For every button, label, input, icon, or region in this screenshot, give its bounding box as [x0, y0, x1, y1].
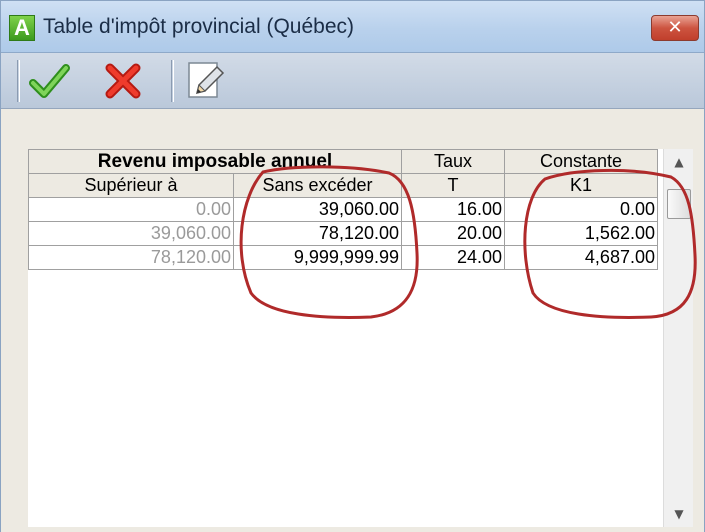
header-k1[interactable]: K1 — [504, 173, 658, 198]
cell-not-exceeding[interactable]: 9,999,999.99 — [233, 245, 402, 270]
cell-rate[interactable]: 20.00 — [401, 221, 505, 246]
title-bar[interactable]: A Table d'impôt provincial (Québec) ✕ — [1, 1, 704, 53]
cell-rate[interactable]: 16.00 — [401, 197, 505, 222]
cell-not-exceeding[interactable]: 78,120.00 — [233, 221, 402, 246]
cell-k1[interactable]: 4,687.00 — [504, 245, 658, 270]
cell-not-exceeding[interactable]: 39,060.00 — [233, 197, 402, 222]
vertical-scrollbar[interactable]: ▲ ▼ — [663, 149, 693, 527]
header-annual-taxable-income[interactable]: Revenu imposable annuel — [28, 149, 402, 174]
table-row[interactable]: 0.00 39,060.00 16.00 0.00 — [28, 197, 658, 222]
cell-k1[interactable]: 1,562.00 — [504, 221, 658, 246]
header-row-2: Supérieur à Sans excéder T K1 — [28, 173, 658, 198]
header-rate[interactable]: Taux — [401, 149, 505, 174]
toolbar-separator — [171, 60, 174, 102]
cell-k1[interactable]: 0.00 — [504, 197, 658, 222]
checkmark-icon — [29, 64, 70, 98]
tax-table-window: A Table d'impôt provincial (Québec) ✕ Re… — [0, 0, 705, 532]
scroll-down-arrow-icon[interactable]: ▼ — [664, 501, 694, 527]
toolbar-grip[interactable] — [17, 60, 20, 102]
tax-table-grid: Revenu imposable annuel Taux Constante S… — [28, 149, 663, 527]
cancel-button[interactable] — [101, 59, 145, 103]
header-not-exceeding[interactable]: Sans excéder — [233, 173, 402, 198]
table-row[interactable]: 39,060.00 78,120.00 20.00 1,562.00 — [28, 221, 658, 246]
content-area: Revenu imposable annuel Taux Constante S… — [1, 110, 704, 532]
scroll-up-arrow-icon[interactable]: ▲ — [664, 149, 694, 175]
window-title: Table d'impôt provincial (Québec) — [43, 15, 354, 38]
header-constant[interactable]: Constante — [504, 149, 658, 174]
tax-table: Revenu imposable annuel Taux Constante S… — [28, 149, 658, 270]
red-x-icon — [105, 63, 141, 99]
pencil-icon — [188, 62, 225, 98]
ok-button[interactable] — [27, 59, 71, 103]
header-over[interactable]: Supérieur à — [28, 173, 234, 198]
cell-over[interactable]: 78,120.00 — [28, 245, 234, 270]
cell-over[interactable]: 0.00 — [28, 197, 234, 222]
header-t[interactable]: T — [401, 173, 505, 198]
close-button[interactable]: ✕ — [651, 15, 699, 41]
toolbar — [1, 53, 704, 109]
table-row[interactable]: 78,120.00 9,999,999.99 24.00 4,687.00 — [28, 245, 658, 270]
header-row-1: Revenu imposable annuel Taux Constante — [28, 149, 658, 174]
cell-over[interactable]: 39,060.00 — [28, 221, 234, 246]
app-logo-icon: A — [9, 15, 35, 41]
scroll-thumb[interactable] — [667, 189, 691, 219]
cell-rate[interactable]: 24.00 — [401, 245, 505, 270]
edit-button[interactable] — [183, 59, 227, 103]
